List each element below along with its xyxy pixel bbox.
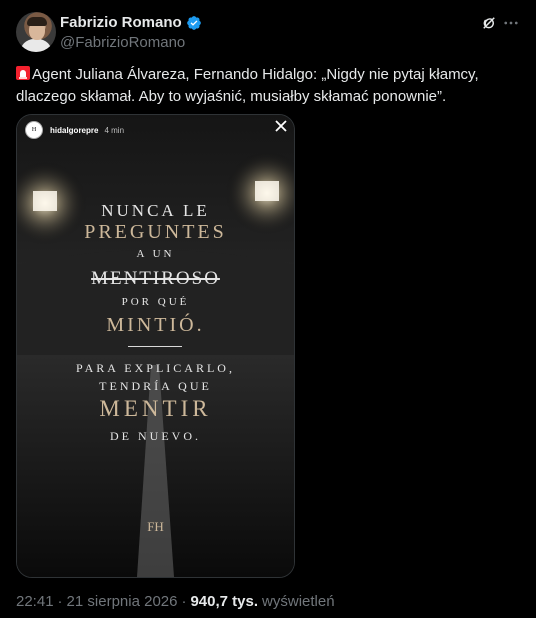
quote-line: NUNCA LE bbox=[101, 201, 210, 220]
story-avatar: H bbox=[25, 121, 43, 139]
quote-line: A UN bbox=[136, 248, 175, 260]
quote-line: TENDRÍA QUE bbox=[99, 379, 212, 393]
views-count: 940,7 tys. bbox=[190, 593, 259, 610]
siren-icon bbox=[16, 66, 30, 80]
media-image[interactable]: H hidalgorepre 4 min NUNCA LE PREGUNTES … bbox=[16, 114, 295, 578]
quote-line: DE NUEVO. bbox=[110, 429, 201, 443]
quote-line: MENTIROSO bbox=[91, 268, 220, 289]
tweet-footer: 22:41 · 21 sierpnia 2026 · 940,7 tys. wy… bbox=[16, 593, 335, 610]
grok-icon[interactable] bbox=[480, 14, 498, 32]
tweet-body: Agent Juliana Álvareza, Fernando Hidalgo… bbox=[16, 66, 483, 105]
quote-line: MINTIÓ. bbox=[106, 314, 205, 336]
story-header: H hidalgorepre 4 min bbox=[25, 120, 124, 140]
tweet-date[interactable]: 21 sierpnia 2026 bbox=[67, 593, 178, 610]
quote-line: PARA EXPLICARLO, bbox=[76, 361, 235, 375]
verified-badge-icon bbox=[186, 15, 201, 30]
views-label: wyświetleń bbox=[262, 593, 335, 610]
tweet-time[interactable]: 22:41 bbox=[16, 593, 54, 610]
quote-line: MENTIR bbox=[99, 396, 212, 421]
quote-line: PREGUNTES bbox=[84, 221, 227, 243]
separator: · bbox=[57, 593, 63, 610]
separator: · bbox=[181, 593, 187, 610]
monogram-logo: FH bbox=[147, 519, 164, 534]
author-name-row: Fabrizio Romano bbox=[60, 14, 202, 31]
quote-line: POR QUÉ bbox=[121, 296, 190, 308]
author-display-name[interactable]: Fabrizio Romano bbox=[60, 14, 182, 31]
quote-divider bbox=[128, 346, 182, 347]
close-icon bbox=[275, 120, 287, 132]
avatar[interactable] bbox=[16, 12, 56, 52]
story-time: 4 min bbox=[104, 125, 125, 135]
tweet-text: Agent Juliana Álvareza, Fernando Hidalgo… bbox=[16, 64, 520, 108]
story-username: hidalgorepre bbox=[50, 125, 99, 135]
more-icon[interactable] bbox=[502, 14, 520, 32]
author-handle[interactable]: @FabrizioRomano bbox=[60, 34, 185, 51]
tweet-header: Fabrizio Romano @FabrizioRomano bbox=[16, 12, 520, 56]
